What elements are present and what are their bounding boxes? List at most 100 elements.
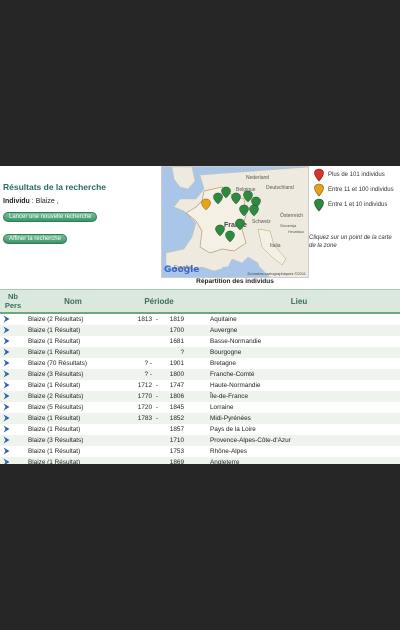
row-name[interactable]: Blaize (2 Résultats): [26, 391, 120, 402]
row-period: ? - 1901: [120, 358, 198, 369]
table-row[interactable]: Blaize (1 Résultat) 1753 Rhône-Alpes: [0, 446, 400, 457]
row-arrow-cell[interactable]: [0, 313, 26, 325]
row-arrow-cell[interactable]: [0, 457, 26, 464]
row-arrow-cell[interactable]: [0, 336, 26, 347]
map-place-label: Schweiz: [252, 219, 271, 225]
period-end: 1901: [169, 360, 184, 367]
row-period: 1813- 1819: [120, 313, 198, 325]
arrow-right-icon[interactable]: [3, 337, 10, 345]
row-name[interactable]: Blaize (3 Résultats): [26, 435, 120, 446]
row-arrow-cell[interactable]: [0, 424, 26, 435]
table-row[interactable]: Blaize (1 Résultat) 1869 Angleterre: [0, 457, 400, 464]
table-row[interactable]: Blaize (1 Résultat) 1783- 1852 Midi-Pyrén…: [0, 413, 400, 424]
table-row[interactable]: Blaize (1 Résultat) 1857 Pays de la Loir…: [0, 424, 400, 435]
row-name[interactable]: Blaize (1 Résultat): [26, 457, 120, 464]
row-place: Provence-Alpes-Côte-d'Azur: [198, 435, 400, 446]
period-separator: -: [155, 415, 159, 422]
row-arrow-cell[interactable]: [0, 413, 26, 424]
row-period: 1720- 1845: [120, 402, 198, 413]
row-name[interactable]: Blaize (1 Résultat): [26, 325, 120, 336]
row-place: Basse-Normandie: [198, 336, 400, 347]
period-start: ? -: [144, 371, 152, 378]
new-search-button[interactable]: Lancer une nouvelle recherche: [3, 212, 98, 222]
arrow-right-icon[interactable]: [3, 326, 10, 334]
individual-value: : Blaize ,: [29, 198, 59, 205]
table-row[interactable]: Blaize (3 Résultats) ? - 1800 Franche-Com…: [0, 369, 400, 380]
legend-label: Entre 11 et 100 individus: [328, 187, 394, 193]
row-place: Franche-Comté: [198, 369, 400, 380]
arrow-right-icon[interactable]: [3, 425, 10, 433]
row-place: Bourgogne: [198, 347, 400, 358]
row-name[interactable]: Blaize (2 Résultats): [26, 313, 120, 325]
map-place-label: Nederland: [246, 175, 269, 181]
arrow-right-icon[interactable]: [3, 315, 10, 323]
individual-filter: Individu : Blaize ,: [3, 198, 153, 205]
column-header-nom[interactable]: Nom: [26, 289, 120, 314]
table-row[interactable]: Blaize (1 Résultat) 1681 Basse-Normandie: [0, 336, 400, 347]
row-arrow-cell[interactable]: [0, 380, 26, 391]
table-row[interactable]: Blaize (2 Résultats) 1813- 1819 Aquitaine: [0, 313, 400, 325]
table-row[interactable]: Blaize (3 Résultats) 1710 Provence-Alpes…: [0, 435, 400, 446]
row-name[interactable]: Blaize (1 Résultat): [26, 413, 120, 424]
period-end: 1800: [169, 371, 184, 378]
row-arrow-cell[interactable]: [0, 369, 26, 380]
row-name[interactable]: Blaize (1 Résultat): [26, 347, 120, 358]
search-summary-panel: Résultats de la recherche Individu : Bla…: [3, 182, 153, 245]
arrow-right-icon[interactable]: [3, 458, 10, 465]
row-arrow-cell[interactable]: [0, 435, 26, 446]
row-period: 1770- 1806: [120, 391, 198, 402]
period-separator: -: [155, 382, 159, 389]
map-credit: Données cartographiques ©2011: [247, 271, 306, 276]
table-row[interactable]: Blaize (1 Résultat) 1712- 1747 Haute-Norm…: [0, 380, 400, 391]
row-arrow-cell[interactable]: [0, 402, 26, 413]
column-header-periode[interactable]: Période: [120, 289, 198, 314]
table-row[interactable]: Blaize (5 Résultats) 1720- 1845 Lorraine: [0, 402, 400, 413]
arrow-right-icon[interactable]: [3, 436, 10, 444]
table-row[interactable]: Blaize (70 Résultats) ? - 1901 Bretagne: [0, 358, 400, 369]
period-separator: -: [155, 404, 159, 411]
arrow-right-icon[interactable]: [3, 392, 10, 400]
row-name[interactable]: Blaize (70 Résultats): [26, 358, 120, 369]
row-place: Haute-Normandie: [198, 380, 400, 391]
row-name[interactable]: Blaize (3 Résultats): [26, 369, 120, 380]
row-arrow-cell[interactable]: [0, 358, 26, 369]
row-name[interactable]: Blaize (1 Résultat): [26, 446, 120, 457]
row-period: 1712- 1747: [120, 380, 198, 391]
table-row[interactable]: Blaize (1 Résultat) 1700 Auvergne: [0, 325, 400, 336]
table-row[interactable]: Blaize (2 Résultats) 1770- 1806 Île-de-Fr…: [0, 391, 400, 402]
period-end: 1747: [169, 382, 184, 389]
period-end: 1869: [169, 459, 184, 464]
period-end: 1806: [169, 393, 184, 400]
row-arrow-cell[interactable]: [0, 446, 26, 457]
arrow-right-icon[interactable]: [3, 348, 10, 356]
row-period: 1710: [120, 435, 198, 446]
period-start: 1783: [137, 415, 152, 422]
arrow-right-icon[interactable]: [3, 403, 10, 411]
row-name[interactable]: Blaize (1 Résultat): [26, 424, 120, 435]
row-period: 1869: [120, 457, 198, 464]
green-marker-icon: [314, 198, 324, 212]
table-row[interactable]: Blaize (1 Résultat) ? Bourgogne: [0, 347, 400, 358]
period-end: 1857: [169, 426, 184, 433]
row-place: Pays de la Loire: [198, 424, 400, 435]
row-arrow-cell[interactable]: [0, 325, 26, 336]
row-name[interactable]: Blaize (1 Résultat): [26, 380, 120, 391]
arrow-right-icon[interactable]: [3, 447, 10, 455]
arrow-right-icon[interactable]: [3, 414, 10, 422]
map-place-label: Österreich: [280, 212, 303, 219]
column-header-lieu[interactable]: Lieu: [198, 289, 400, 314]
arrow-right-icon[interactable]: [3, 370, 10, 378]
row-arrow-cell[interactable]: [0, 391, 26, 402]
column-header-nb[interactable]: Nb Pers: [0, 289, 26, 314]
map-place-label: Slovenija: [280, 223, 297, 228]
refine-search-button[interactable]: Affiner la recherche: [3, 234, 67, 244]
distribution-map[interactable]: Nederland Belgique Deutschland France Ös…: [161, 166, 309, 278]
row-name[interactable]: Blaize (5 Résultats): [26, 402, 120, 413]
period-start: ? -: [144, 360, 152, 367]
period-end: ?: [180, 349, 184, 356]
arrow-right-icon[interactable]: [3, 381, 10, 389]
row-name[interactable]: Blaize (1 Résultat): [26, 336, 120, 347]
arrow-right-icon[interactable]: [3, 359, 10, 367]
row-arrow-cell[interactable]: [0, 347, 26, 358]
legend-label: Plus de 101 individus: [328, 172, 385, 178]
